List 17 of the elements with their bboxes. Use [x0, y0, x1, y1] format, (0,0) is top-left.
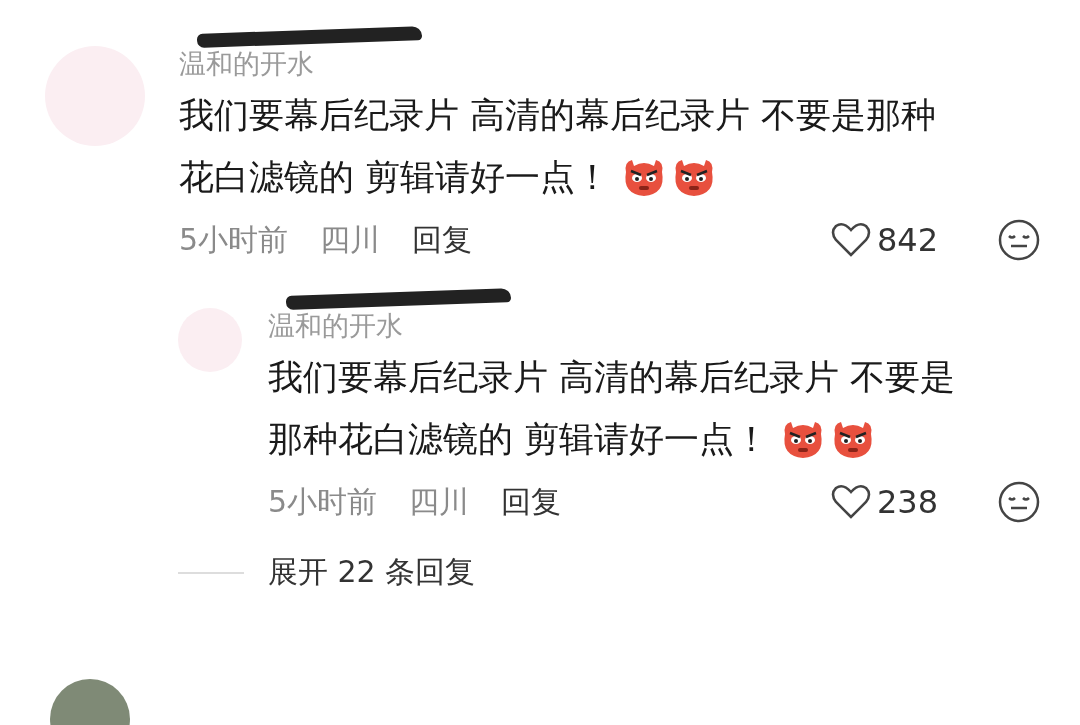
- comment-text: 花白滤镜的 剪辑请好一点！: [179, 155, 611, 199]
- heart-icon: [830, 484, 871, 520]
- comment-location: 四川: [320, 220, 381, 259]
- comment-location: 四川: [409, 482, 470, 521]
- neutral-face-icon[interactable]: [998, 481, 1040, 523]
- comment-text: 我们要幕后纪录片 高清的幕后纪录片 不要是: [268, 355, 956, 399]
- heart-icon: [830, 222, 871, 258]
- comment-time: 5小时前: [268, 482, 378, 521]
- comment-text: 那种花白滤镜的 剪辑请好一点！: [268, 417, 770, 461]
- neutral-face-icon[interactable]: [998, 219, 1040, 261]
- comment-time: 5小时前: [179, 220, 289, 259]
- expand-replies-button[interactable]: 展开 22 条回复: [268, 552, 476, 593]
- comment-text: 我们要幕后纪录片 高清的幕后纪录片 不要是那种: [179, 93, 937, 137]
- like-button[interactable]: 238: [830, 483, 938, 521]
- reply-button[interactable]: 回复: [501, 481, 562, 523]
- reply-button[interactable]: 回复: [412, 219, 473, 261]
- like-button[interactable]: 842: [830, 221, 938, 259]
